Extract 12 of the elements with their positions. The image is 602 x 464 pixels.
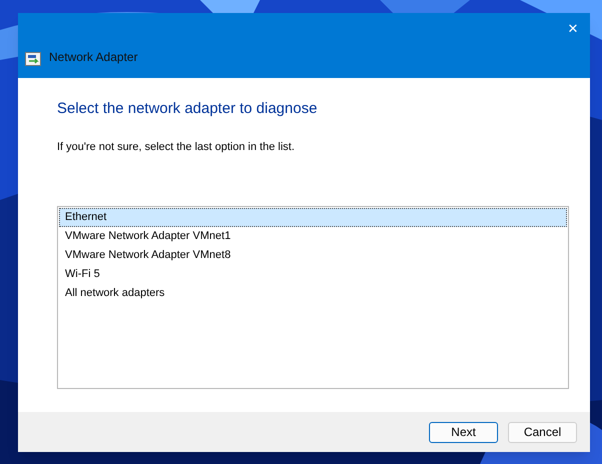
window-title: Network Adapter <box>49 49 138 66</box>
instruction-text: If you're not sure, select the last option in the list. <box>57 140 296 154</box>
adapter-item[interactable]: VMware Network Adapter VMnet1 <box>59 227 567 246</box>
close-button[interactable]: ✕ <box>562 19 584 37</box>
network-adapter-icon <box>25 52 41 66</box>
dialog-button[interactable]: Next <box>429 422 498 442</box>
adapter-item[interactable]: Wi-Fi 5 <box>59 265 567 284</box>
adapter-item[interactable]: All network adapters <box>59 284 567 303</box>
adapter-item[interactable]: Ethernet <box>59 208 567 227</box>
dialog-heading: Select the network adapter to diagnose <box>57 99 318 119</box>
dialog-button[interactable]: Cancel <box>508 422 577 442</box>
adapter-item[interactable]: VMware Network Adapter VMnet8 <box>59 246 567 265</box>
